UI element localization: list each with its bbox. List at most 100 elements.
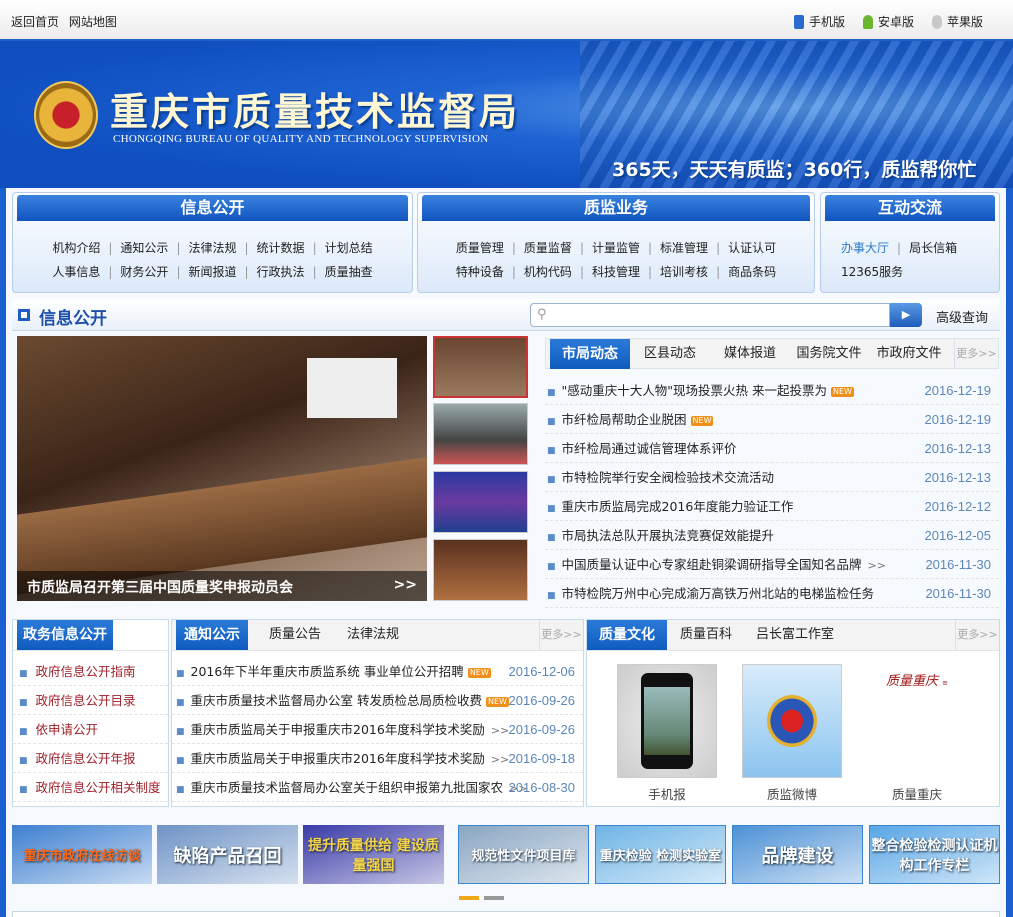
separator: | [648,265,653,279]
separator: | [579,241,584,255]
news-title: 重庆市质量技术监督局办公室 转发质检总局质检收费 [190,693,482,708]
gov-info-link[interactable]: ■ 政府信息公开相关制度 [13,773,168,802]
banner-link[interactable]: 重庆检验 检测实验室 [595,825,726,884]
slide-thumbnail[interactable] [433,336,528,398]
nav-link[interactable]: 财务公开 [120,265,168,279]
nav-link[interactable]: 统计数据 [257,241,305,255]
apple-version-link[interactable]: 苹果版 [931,13,983,30]
mobile-version-link[interactable]: 手机版 [793,13,845,30]
nav-link[interactable]: 科技管理 [592,265,640,279]
nav-link[interactable]: 计划总结 [325,241,373,255]
tab-laws[interactable]: 法律法规 [338,620,408,650]
banner-link[interactable]: 提升质量供给 建设质量强国 [303,825,444,884]
news-date: 2016-11-30 [925,586,991,601]
banner-link[interactable]: 整合检验检测认证机构工作专栏 [869,825,1000,884]
android-version-link[interactable]: 安卓版 [862,13,914,30]
nav-link[interactable]: 商品条码 [728,265,776,279]
advanced-search-link[interactable]: 高级查询 [936,307,988,326]
slide-caption[interactable]: 市质监局召开第三届中国质量奖申报动员会 >> [17,571,427,601]
news-item[interactable]: ■ 重庆市质监局关于申报重庆市2016年度科学技术奖励 >> 2016-09-26 [172,715,583,744]
culture-tabs: 质量文化 质量百科 吕长富工作室 更多>> [587,620,999,651]
play-arrow-icon: ▶ [901,308,911,321]
tab-quality-wiki[interactable]: 质量百科 [673,620,739,650]
news-item[interactable]: ■ 市纤检局通过诚信管理体系评价 2016-12-13 [545,434,999,463]
nav-panel-info: 信息公开 机构介绍 | 通知公示 | 法律法规 | 统计数据 | 计划总结 人事信息 | 财务公开 | 新… [12,192,413,293]
nav-link[interactable]: 行政执法 [257,265,305,279]
home-link[interactable]: 返回首页 [11,15,59,29]
tab-quality-culture[interactable]: 质量文化 [587,620,667,650]
apple-version-label: 苹果版 [946,15,983,29]
news-item[interactable]: ■ "感动重庆十大人物"现场投票火热 来一起投票为 NEW 2016-12-19 [545,376,999,405]
tab-state-council[interactable]: 国务院文件 [794,339,864,369]
12365-service-link[interactable]: 12365服务 [841,265,903,279]
nav-link[interactable]: 特种设备 [456,265,504,279]
more-link[interactable]: 更多>> [955,620,999,650]
more-link[interactable]: 更多>> [539,620,583,650]
nav-link[interactable]: 质量抽查 [325,265,373,279]
banner-link[interactable]: 缺陷产品召回 [157,825,298,884]
nav-link[interactable]: 标准管理 [660,241,708,255]
news-item[interactable]: ■ 市特检院举行安全阀检验技术交流活动 2016-12-13 [545,463,999,492]
nav-link[interactable]: 新闻报道 [188,265,236,279]
nav-link[interactable]: 质量管理 [456,241,504,255]
news-item[interactable]: ■ 重庆市质量技术监督局办公室 转发质检总局质检收费 NEW 2016-09-26 [172,686,583,715]
director-mailbox-link[interactable]: 局长信箱 [909,241,957,255]
news-item[interactable]: ■ 中国质量认证中心专家组赴铜梁调研指导全国知名品牌 >> 2016-11-30 [545,550,999,579]
mobile-paper-item[interactable]: 手机报 [617,664,717,803]
carousel-dot[interactable] [484,896,504,900]
tab-city-gov[interactable]: 市政府文件 [874,339,944,369]
tab-studio[interactable]: 吕长富工作室 [747,620,843,650]
gov-info-link[interactable]: ■ 政府信息公开指南 [13,657,168,686]
next-arrow[interactable]: >> [394,577,417,593]
nav-link[interactable]: 计量监管 [592,241,640,255]
quality-chongqing-item[interactable]: 质量重庆 ≡ 质量重庆 [867,664,967,803]
separator: | [648,241,653,255]
nav-links: 办事大厅 | 局长信箱 12365服务 [821,223,999,284]
nav-link[interactable]: 培训考核 [660,265,708,279]
service-hall-link[interactable]: 办事大厅 [841,241,889,255]
nav-link[interactable]: 质量监督 [524,241,572,255]
nav-link[interactable]: 机构代码 [524,265,572,279]
gov-info-box: 政务信息公开 ■ 政府信息公开指南 ■ 政府信息公开目录 ■ 依申请公开 ■ 政府信息公开年报… [12,619,169,807]
quality-chongqing-label: 质量重庆 [891,787,942,802]
news-item[interactable]: ■ 2016年下半年重庆市质监系统 事业单位公开招聘 NEW 2016-12-06 [172,657,583,686]
phone-image [617,664,717,778]
tab-notices[interactable]: 通知公示 [176,620,248,650]
news-item[interactable]: ■ 重庆市质量技术监督局办公室关于组织申报第九批国家农 >> 2016-08-30 [172,773,583,802]
tab-city-news[interactable]: 市局动态 [550,339,630,369]
slide-thumbnail[interactable] [433,403,528,465]
carousel-dot-active[interactable] [459,896,479,900]
news-item[interactable]: ■ 重庆市质监局完成2016年度能力验证工作 2016-12-12 [545,492,999,521]
tab-quality-bulletin[interactable]: 质量公告 [260,620,330,650]
news-item[interactable]: ■ 重庆市质监局关于申报重庆市2016年度科学技术奖励 >> 2016-09-18 [172,744,583,773]
banner-text: 重庆市政府在线访谈 [23,849,141,864]
nav-link[interactable]: 法律法规 [188,241,236,255]
slideshow[interactable]: 市质监局召开第三届中国质量奖申报动员会 >> [17,336,427,601]
banner-link[interactable]: 品牌建设 [732,825,863,884]
nav-link[interactable]: 认证认可 [728,241,776,255]
slide-thumbnail[interactable] [433,539,528,601]
search-button[interactable]: ▶ [890,303,922,327]
news-item[interactable]: ■ 市特检院万州中心完成渝万高铁万州北站的电梯监检任务 2016-11-30 [545,579,999,608]
search-input[interactable]: ⚲ [530,303,890,327]
nav-links: 质量管理 | 质量监督 | 计量监管 | 标准管理 | 认证认可 特种设备 | 机构代码 | 科技管理 | 培… [418,223,814,284]
nav-link[interactable]: 机构介绍 [52,241,100,255]
news-item[interactable]: ■ 市纤检局帮助企业脱困 NEW 2016-12-19 [545,405,999,434]
tab-media[interactable]: 媒体报道 [716,339,784,369]
news-date: 2016-08-30 [508,780,576,795]
gov-info-link[interactable]: ■ 政府信息公开目录 [13,686,168,715]
weibo-item[interactable]: 质监微博 [742,664,842,803]
tab-district-news[interactable]: 区县动态 [636,339,704,369]
banner-link[interactable]: 规范性文件项目库 [458,825,589,884]
nav-link[interactable]: 通知公示 [120,241,168,255]
slide-thumbnail[interactable] [433,471,528,533]
separator: | [716,265,721,279]
gov-info-link[interactable]: ■ 依申请公开 [13,715,168,744]
separator: | [108,241,113,255]
sitemap-link[interactable]: 网站地图 [69,15,117,29]
news-item[interactable]: ■ 市局执法总队开展执法竞赛促效能提升 2016-12-05 [545,521,999,550]
gov-info-link[interactable]: ■ 政府信息公开年报 [13,744,168,773]
nav-link[interactable]: 人事信息 [52,265,100,279]
banner-link[interactable]: 重庆市政府在线访谈 [12,825,152,884]
more-link[interactable]: 更多>> [954,339,998,369]
